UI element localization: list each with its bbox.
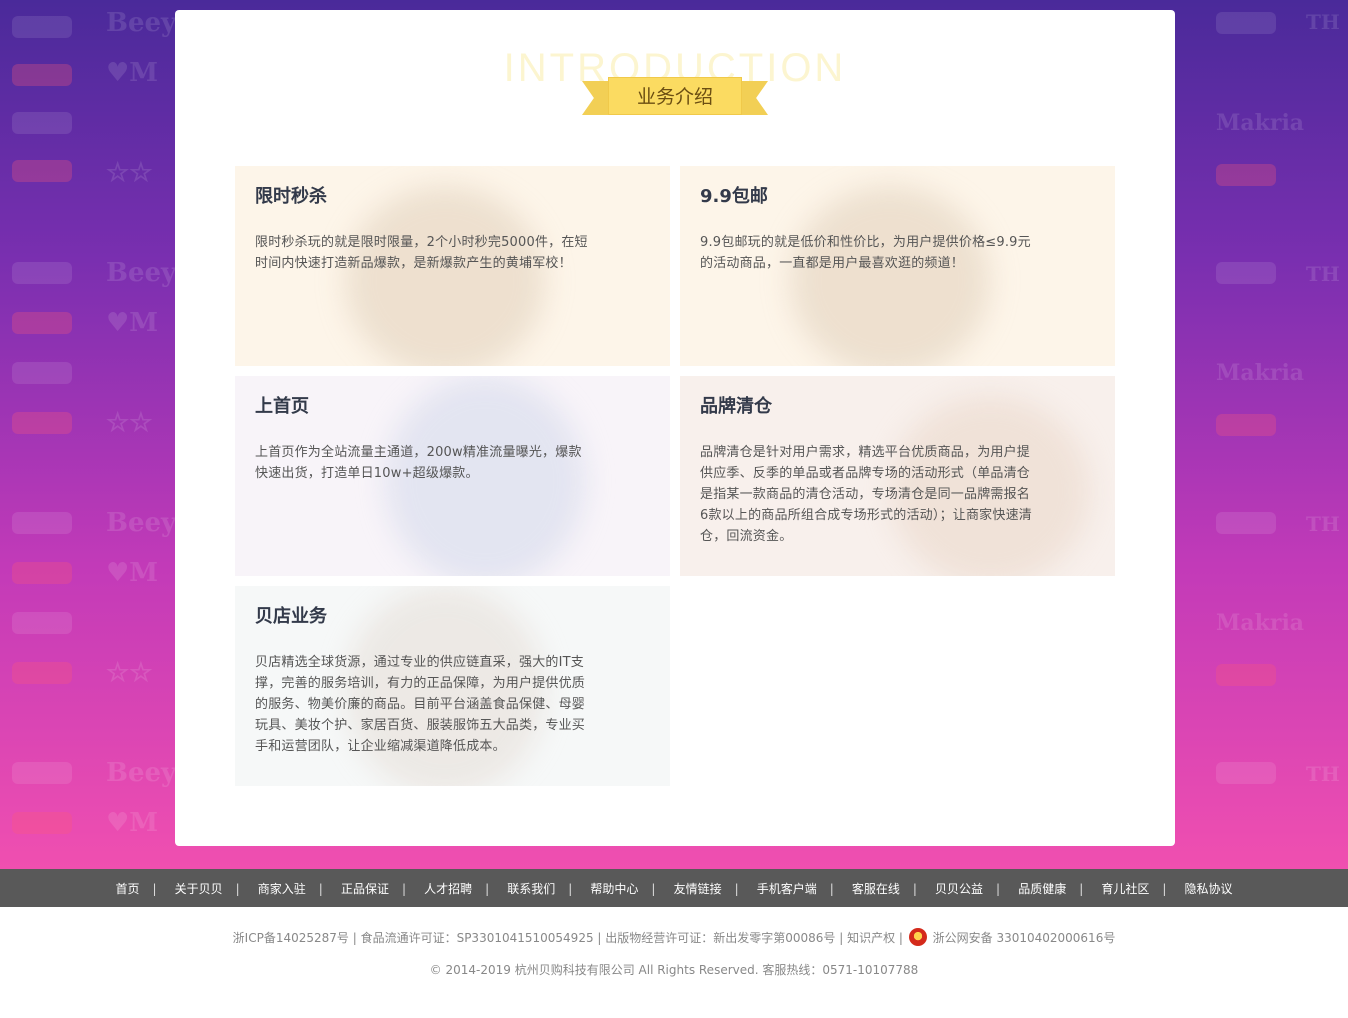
card-title: 限时秒杀	[255, 186, 327, 207]
footer-link-home[interactable]: 首页	[115, 882, 139, 896]
footer-link-customer-service[interactable]: 客服在线	[852, 882, 900, 896]
business-intro-panel: INTRODUCTION 业务介绍 限时秒杀 限时秒杀玩的就是限时限量，2个小时…	[175, 10, 1175, 846]
card-description: 限时秒杀玩的就是限时限量，2个小时秒完5000件，在短时间内快速打造新品爆款，是…	[255, 235, 588, 271]
card-title: 贝店业务	[255, 606, 327, 627]
footer-link-mobile-app[interactable]: 手机客户端	[757, 882, 817, 896]
footer-link-charity[interactable]: 贝贝公益	[935, 882, 983, 896]
footer-link-list: 首页 | 关于贝贝 | 商家入驻 | 正品保证 | 人才招聘 | 联系我们 | 帮助中心 | …	[115, 882, 1233, 896]
footer-link-quality-health[interactable]: 品质健康	[1018, 882, 1066, 896]
license-text: 浙ICP备14025287号 | 食品流通许可证：SP3301041510054…	[232, 931, 903, 945]
card-title: 上首页	[255, 396, 309, 417]
card-title: 9.9包邮	[700, 186, 768, 207]
brand-logo-column: TH TH TH TH	[1306, 10, 1340, 786]
brand-logo-column	[12, 0, 102, 869]
copyright-text: © 2014-2019 杭州贝购科技有限公司 All Rights Reserv…	[429, 963, 919, 977]
card-background-image	[790, 186, 990, 366]
business-card-homepage[interactable]: 上首页 上首页作为全站流量主通道，200w精准流量曝光，爆款快速出货，打造单日1…	[235, 376, 670, 576]
card-description: 贝店精选全球货源，通过专业的供应链直采，强大的IT支撑，完善的服务培训，有力的正…	[255, 655, 586, 754]
footer-link-help[interactable]: 帮助中心	[590, 882, 638, 896]
card-description: 品牌清仓是针对用户需求，精选平台优质商品，为用户提供应季、反季的单品或者品牌专场…	[700, 445, 1032, 544]
card-background-image	[345, 186, 545, 366]
footer-link-merchant-join[interactable]: 商家入驻	[258, 882, 306, 896]
police-badge-icon	[908, 928, 927, 946]
card-title: 品牌清仓	[700, 396, 772, 417]
business-card-flash-sale[interactable]: 限时秒杀 限时秒杀玩的就是限时限量，2个小时秒完5000件，在短时间内快速打造新…	[235, 166, 670, 366]
footer-link-privacy[interactable]: 隐私协议	[1185, 882, 1233, 896]
police-record-link[interactable]: 浙公网安备 33010402000616号	[933, 931, 1116, 945]
footer-link-careers[interactable]: 人才招聘	[424, 882, 472, 896]
footer-link-friend-links[interactable]: 友情链接	[674, 882, 722, 896]
section-title: 业务介绍	[608, 77, 742, 115]
footer-link-parenting-community[interactable]: 育儿社区	[1101, 882, 1149, 896]
section-title-ribbon: 业务介绍	[582, 77, 768, 117]
footer-link-contact[interactable]: 联系我们	[507, 882, 555, 896]
footer-link-authentic-guarantee[interactable]: 正品保证	[341, 882, 389, 896]
business-card-free-shipping[interactable]: 9.9包邮 9.9包邮玩的就是低价和性价比，为用户提供价格≤9.9元的活动商品，…	[680, 166, 1115, 366]
business-card-beidian[interactable]: 贝店业务 贝店精选全球货源，通过专业的供应链直采，强大的IT支撑，完善的服务培训…	[235, 586, 670, 786]
footer-license-line: 浙ICP备14025287号 | 食品流通许可证：SP3301041510054…	[0, 928, 1348, 948]
footer-nav-bar: 首页 | 关于贝贝 | 商家入驻 | 正品保证 | 人才招聘 | 联系我们 | 帮助中心 | …	[0, 869, 1348, 907]
business-card-brand-clearance[interactable]: 品牌清仓 品牌清仓是针对用户需求，精选平台优质商品，为用户提供应季、反季的单品或…	[680, 376, 1115, 576]
footer-link-about[interactable]: 关于贝贝	[175, 882, 223, 896]
card-description: 9.9包邮玩的就是低价和性价比，为用户提供价格≤9.9元的活动商品，一直都是用户…	[700, 235, 1031, 271]
card-description: 上首页作为全站流量主通道，200w精准流量曝光，爆款快速出货，打造单日10w+超…	[255, 445, 582, 481]
brand-logo-column: Makria Makria Makria	[1216, 0, 1306, 869]
